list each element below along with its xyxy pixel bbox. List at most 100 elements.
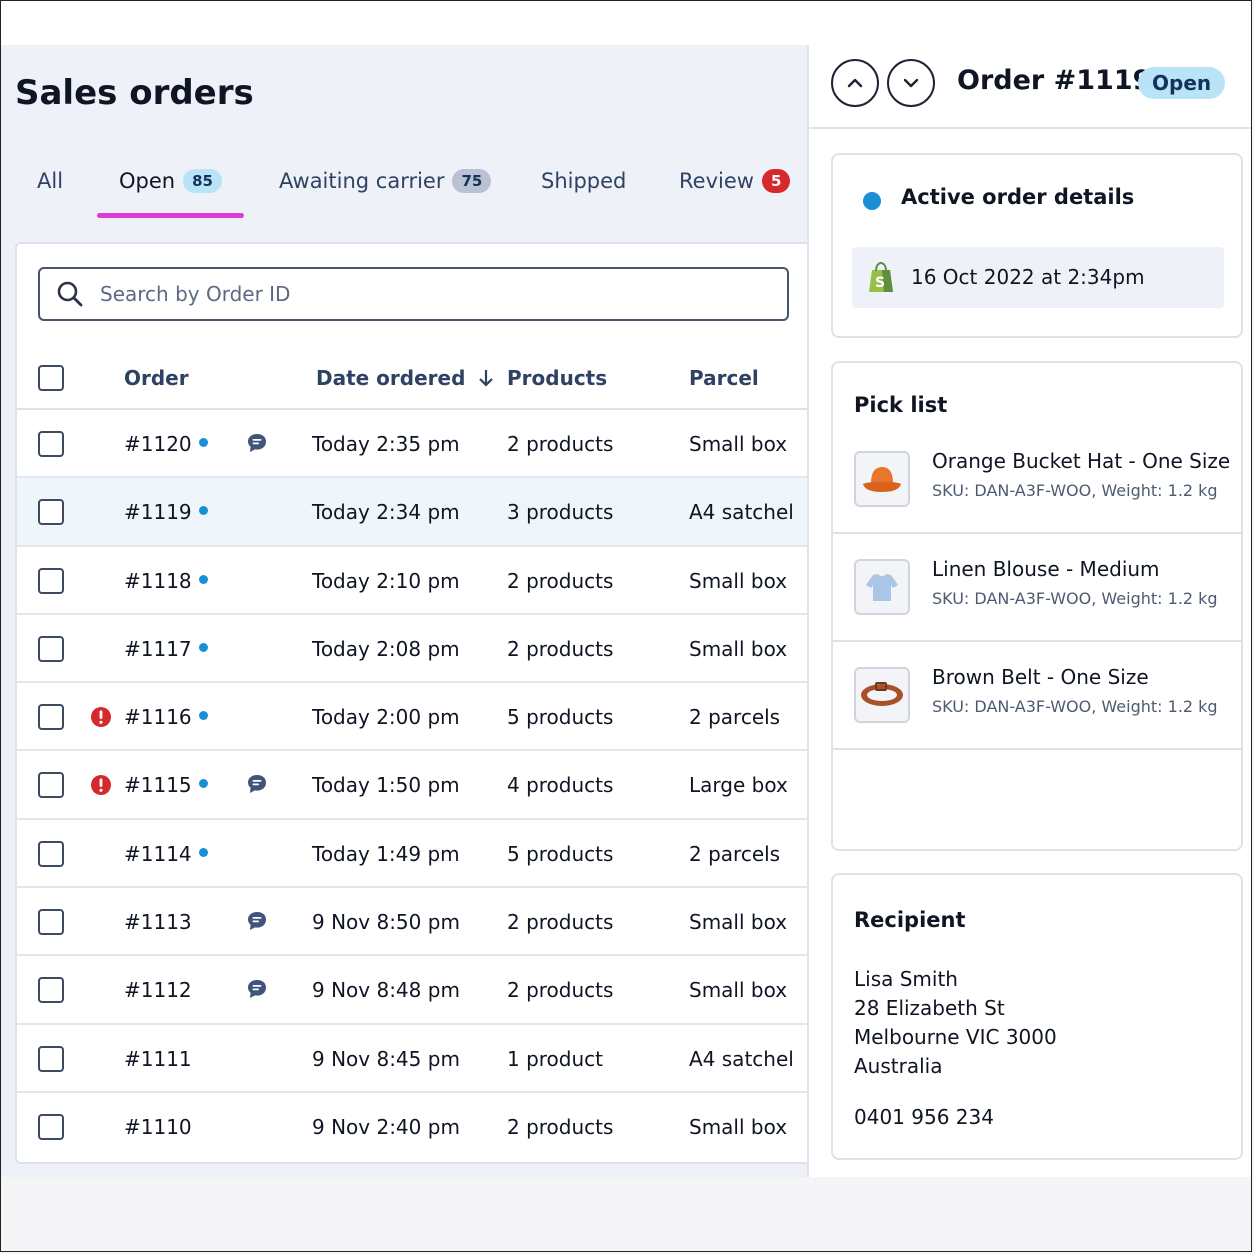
tab-awaiting-carrier[interactable]: Awaiting carrier 75 — [279, 161, 492, 201]
order-id-cell: #1118 — [124, 569, 208, 593]
products-cell: 5 products — [507, 841, 614, 866]
row-checkbox[interactable] — [38, 567, 64, 594]
row-checkbox[interactable] — [38, 635, 64, 662]
products-cell: 1 product — [507, 1046, 604, 1071]
parcel-cell: Small box — [689, 568, 788, 593]
previous-order-button[interactable] — [831, 59, 879, 107]
order-id-cell: #1112 — [124, 978, 192, 1003]
table-row[interactable]: #1113 9 Nov 8:50 pm 2 products Small box — [17, 888, 807, 957]
order-detail-pane: Order #1119 Open Active order details S … — [807, 45, 1251, 1177]
table-row[interactable]: #1110 9 Nov 2:40 pm 2 products Small box — [17, 1093, 807, 1161]
search-input[interactable] — [98, 281, 742, 307]
row-checkbox[interactable] — [38, 772, 64, 799]
row-checkbox[interactable] — [38, 704, 64, 731]
alert-icon[interactable] — [90, 706, 112, 728]
recipient-city: Melbourne VIC 3000 — [854, 1025, 1057, 1049]
bucket-hat-image — [863, 467, 901, 492]
new-order-dot — [198, 506, 208, 516]
card-title: Active order details — [901, 185, 1135, 209]
chat-bubble-icon[interactable] — [246, 432, 268, 454]
chat-bubble-icon[interactable] — [246, 773, 268, 795]
parcel-cell: Small box — [689, 636, 788, 661]
column-header-label: Date ordered — [316, 366, 466, 390]
tab-shipped[interactable]: Shipped — [541, 161, 626, 201]
new-order-dot — [198, 438, 208, 447]
column-header-date-ordered[interactable]: Date ordered — [316, 366, 494, 390]
tab-all[interactable]: All — [37, 161, 63, 201]
recipient-country: Australia — [854, 1054, 943, 1078]
parcel-cell: Small box — [689, 978, 788, 1003]
sort-descending-icon — [479, 370, 494, 387]
table-row[interactable]: #1114 Today 1:49 pm 5 products 2 parcels — [17, 820, 807, 889]
order-id: #1118 — [124, 568, 192, 593]
parcel-cell: 2 parcels — [689, 705, 781, 730]
date-cell: Today 2:34 pm — [312, 500, 460, 525]
table-row[interactable]: #1120 Today 2:35 pm 2 products Small box — [17, 410, 807, 479]
table-row[interactable]: #1116 Today 2:00 pm 5 products 2 parcels — [17, 683, 807, 752]
products-cell: 2 products — [507, 568, 614, 593]
tab-count-badge: 85 — [183, 169, 222, 193]
active-order-card: Active order details S 16 Oct 2022 at 2:… — [831, 153, 1243, 338]
order-id-cell: #1119 — [124, 500, 208, 524]
pick-list-item[interactable]: Linen Blouse - Medium SKU: DAN-A3F-WOO, … — [833, 535, 1241, 642]
date-cell: Today 2:00 pm — [312, 705, 460, 730]
app-frame: Sales orders All Open 85 Awaiting carrie… — [0, 0, 1252, 1252]
order-id-cell: #1117 — [124, 637, 208, 661]
pick-list-item[interactable]: Orange Bucket Hat - One Size SKU: DAN-A3… — [833, 427, 1241, 534]
products-cell: 3 products — [507, 500, 614, 525]
search-icon — [57, 281, 83, 307]
row-checkbox[interactable] — [38, 1045, 64, 1072]
parcel-cell: Small box — [689, 432, 788, 456]
product-thumbnail — [854, 559, 910, 615]
next-order-button[interactable] — [887, 59, 935, 107]
recipient-card: Recipient Lisa Smith 28 Elizabeth St Mel… — [831, 873, 1243, 1160]
table-row[interactable]: #1118 Today 2:10 pm 2 products Small box — [17, 547, 807, 615]
order-id: #1120 — [124, 432, 192, 456]
table-row[interactable]: #1117 Today 2:08 pm 2 products Small box — [17, 615, 807, 684]
recipient-street: 28 Elizabeth St — [854, 996, 1005, 1020]
table-header: Order Date ordered Products Parcel — [17, 344, 807, 410]
tab-count-badge: 75 — [452, 169, 492, 193]
order-id-cell: #1116 — [124, 705, 208, 729]
column-header-products[interactable]: Products — [507, 366, 607, 390]
top-strip — [1, 1, 1251, 45]
products-cell: 2 products — [507, 978, 614, 1003]
table-row[interactable]: #1115 Today 1:50 pm 4 products Large box — [17, 751, 807, 820]
orders-table-body: #1120 Today 2:35 pm 2 products Small box… — [17, 410, 807, 1161]
order-title: Order #1119 — [957, 65, 1152, 96]
active-status-dot — [863, 192, 881, 210]
table-row[interactable]: #1112 9 Nov 8:48 pm 2 products Small box — [17, 956, 807, 1025]
alert-icon[interactable] — [90, 774, 112, 796]
row-checkbox[interactable] — [38, 909, 64, 936]
select-all-checkbox[interactable] — [38, 365, 64, 391]
pick-list-item[interactable]: Brown Belt - One Size SKU: DAN-A3F-WOO, … — [833, 643, 1241, 750]
card-title: Recipient — [854, 908, 966, 932]
tab-open[interactable]: Open 85 — [119, 161, 222, 201]
product-sku: SKU: DAN-A3F-WOO, Weight: 1.2 kg — [932, 589, 1218, 608]
parcel-cell: A4 satchel — [689, 500, 794, 525]
new-order-dot — [198, 779, 208, 789]
bottom-strip — [1, 1177, 1251, 1251]
row-checkbox[interactable] — [38, 1113, 64, 1140]
recipient-name: Lisa Smith — [854, 967, 958, 991]
chat-bubble-icon[interactable] — [246, 978, 268, 1000]
row-checkbox[interactable] — [38, 840, 64, 867]
search-box[interactable] — [38, 267, 789, 321]
orders-table-panel: Order Date ordered Products Parcel #1120… — [15, 242, 807, 1164]
date-cell: Today 1:49 pm — [312, 841, 460, 866]
status-badge: Open — [1138, 67, 1226, 99]
tab-review[interactable]: Review 5 — [679, 161, 791, 201]
row-checkbox[interactable] — [38, 499, 64, 526]
order-id: #1119 — [124, 500, 192, 525]
table-row-selected[interactable]: #1119 Today 2:34 pm 3 products A4 satche… — [17, 478, 807, 547]
row-checkbox[interactable] — [38, 431, 64, 457]
products-cell: 2 products — [507, 1114, 614, 1139]
pick-list-card: Pick list Orange Bucket Hat - One Size S… — [831, 361, 1243, 851]
column-header-parcel[interactable]: Parcel — [689, 366, 759, 390]
column-header-order[interactable]: Order — [124, 366, 189, 390]
product-sku: SKU: DAN-A3F-WOO, Weight: 1.2 kg — [932, 481, 1218, 500]
table-row[interactable]: #1111 9 Nov 8:45 pm 1 product A4 satchel — [17, 1025, 807, 1093]
chat-bubble-icon[interactable] — [246, 910, 268, 932]
chevron-down-icon — [903, 78, 919, 88]
row-checkbox[interactable] — [38, 977, 64, 1004]
